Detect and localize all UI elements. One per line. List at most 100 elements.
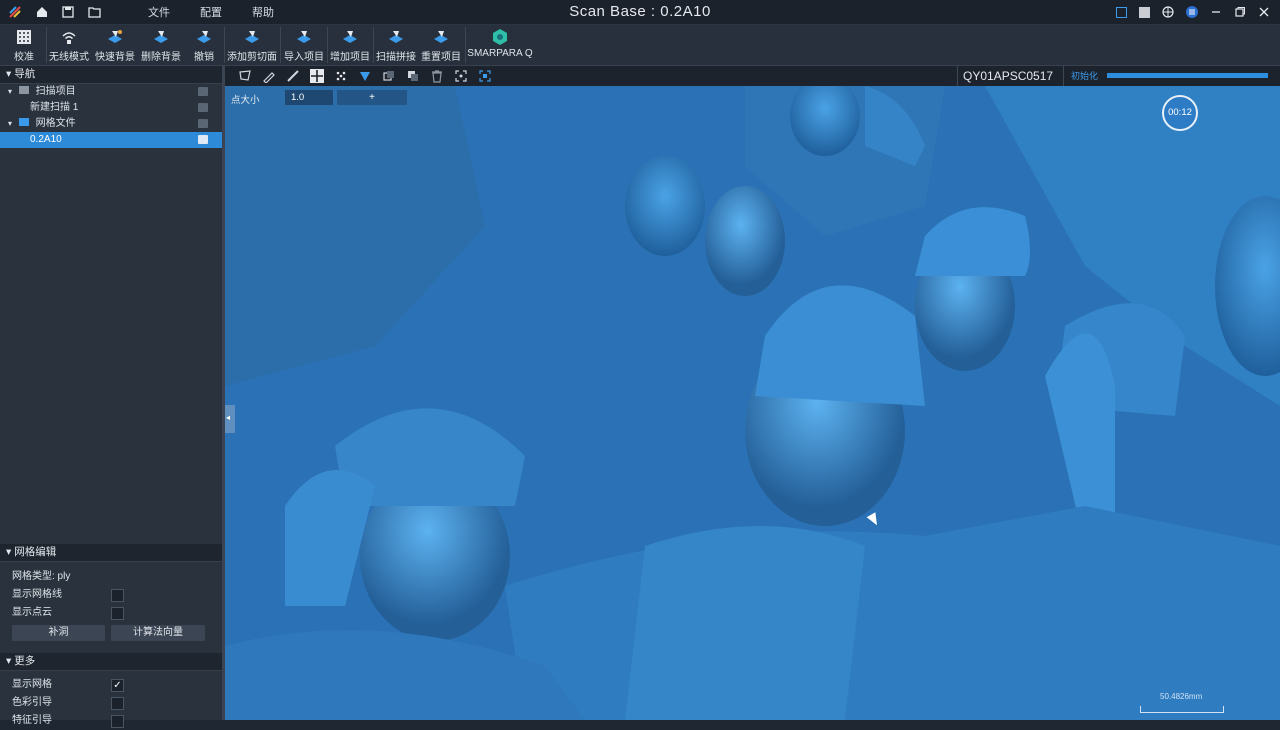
toolbar-label: 删除背景 [141,52,181,63]
show-wireframe-checkbox[interactable] [111,589,124,602]
title-bar: 文件 配置 帮助 Scan Base : 0.2A10 [0,0,1280,25]
show-mesh-row: 显示网格 ✓ [0,676,222,694]
save-icon[interactable] [62,6,74,18]
reset-project-icon [434,31,448,43]
show-wireframe-row: 显示网格线 [0,586,222,604]
show-points-row: 显示点云 [0,604,222,622]
init-status-label: 初始化 [1071,71,1099,81]
scan-stitch-button[interactable]: 扫描拼接 [375,25,417,65]
feature-guide-label: 特征引导 [12,715,52,726]
scale-bar [1140,706,1224,713]
3d-viewport[interactable]: 点大小 1.0 + 00:12 50.4826mm [225,86,1280,720]
toolbar-label: 添加剪切面 [227,52,277,63]
color-guide-label: 色彩引导 [12,697,52,708]
show-wireframe-label: 显示网格线 [12,589,62,600]
scale-label: 50.4826mm [1160,692,1203,701]
mesh-type-label: 网格类型: ply [12,571,71,582]
import-project-button[interactable]: 导入项目 [282,25,326,65]
init-progress-bar [1107,73,1268,78]
show-points-label: 显示点云 [12,607,52,618]
add-project-button[interactable]: 增加项目 [329,25,371,65]
delete-trash-icon[interactable] [430,69,444,83]
status-separator [957,66,958,86]
undo-button[interactable]: 撤销 [186,25,222,65]
scanned-mesh-model[interactable] [225,86,1280,720]
menu-list-icon[interactable] [1186,6,1198,18]
select-all-icon[interactable] [454,69,468,83]
delete-background-icon [154,31,168,43]
toolbar-separator [327,27,328,63]
device-id: QY01APSC0517 [963,69,1054,83]
tree-label: 0.2A10 [30,134,62,145]
blue-theme-icon[interactable] [1116,6,1127,18]
close-icon[interactable] [1258,6,1270,18]
toolbar-label: 导入项目 [284,52,324,63]
compute-normals-button[interactable]: 计算法向量 [111,625,205,641]
tree-item-scan-project[interactable]: ▾ 扫描项目 [0,84,222,100]
nav-header[interactable]: ▾ 导航 [0,66,222,84]
menu-file[interactable]: 文件 [148,4,170,20]
smarpara-hex-icon [493,29,507,45]
title-bar-left [8,0,101,24]
calibrate-button[interactable]: 校准 [4,25,44,65]
lasso-select-icon[interactable] [238,69,252,83]
toolbar-label: 撤销 [194,52,214,63]
show-mesh-checkbox[interactable]: ✓ [111,679,124,692]
point-select-icon[interactable] [334,69,348,83]
tree-visibility-button[interactable] [198,87,208,96]
point-size-increase-button[interactable]: + [337,90,407,105]
wireless-mode-button[interactable]: 无线模式 [48,25,90,65]
quick-background-button[interactable]: 快速背景 [94,25,136,65]
tree-item-mesh-file[interactable]: ▾ 网格文件 [0,116,222,132]
expand-arrow-icon: ▾ [8,87,13,96]
feature-guide-checkbox[interactable] [111,715,124,728]
minimize-icon[interactable] [1210,6,1222,18]
mesh-type-row: 网格类型: ply [0,568,222,586]
show-mesh-label: 显示网格 [12,679,52,690]
quick-background-icon [108,30,122,43]
gray-theme-icon[interactable] [1139,6,1150,18]
color-guide-checkbox[interactable] [111,697,124,710]
menu-bar: 文件 配置 帮助 [148,0,274,24]
calibration-grid-icon [17,30,31,44]
tree-item-new-scan[interactable]: 新建扫描 1 [0,100,222,116]
toolbar-separator [280,27,281,63]
move-tool-icon[interactable] [310,69,324,83]
tree-label: 网格文件 [35,118,76,129]
duplicate-icon[interactable] [406,69,420,83]
undo-icon [197,31,211,43]
tree-item-selected-file[interactable]: 0.2A10 [0,132,222,148]
collapse-panel-tab[interactable]: ◂ [225,405,235,433]
tree-visibility-button[interactable] [198,103,208,112]
copy-icon[interactable] [382,69,396,83]
more-header[interactable]: ▾ 更多 [0,653,222,671]
reset-project-button[interactable]: 重置项目 [420,25,462,65]
restore-icon[interactable] [1234,6,1246,18]
line-select-icon[interactable] [286,69,300,83]
collapse-arrow-icon: ◂ [226,413,231,422]
point-size-input[interactable]: 1.0 [285,90,333,105]
delete-background-button[interactable]: 删除背景 [140,25,182,65]
tree-visibility-button[interactable] [198,135,208,144]
toolbar-separator [373,27,374,63]
open-folder-icon[interactable] [88,6,101,18]
language-globe-icon[interactable] [1162,6,1174,18]
menu-help[interactable]: 帮助 [252,4,274,20]
scan-timer-badge: 00:12 [1162,95,1198,131]
home-icon[interactable] [36,6,48,18]
smarpara-q-button[interactable]: SMARPARA Q [467,25,533,65]
mesh-edit-header[interactable]: ▾ 网格编辑 [0,544,222,562]
fit-view-icon[interactable] [478,69,492,83]
tree-label: 新建扫描 1 [30,102,79,113]
add-project-icon [343,31,357,43]
brush-select-icon[interactable] [262,69,276,83]
view-tools-bar: QY01APSC0517 初始化 [225,66,1280,86]
mesh-view-icon[interactable] [358,69,372,83]
add-clipping-plane-button[interactable]: 添加剪切面 [226,25,278,65]
toolbar-label: SMARPARA Q [467,48,533,59]
menu-config[interactable]: 配置 [200,4,222,20]
more-header-label: 更多 [14,655,36,667]
show-points-checkbox[interactable] [111,607,124,620]
fill-holes-button[interactable]: 补洞 [12,625,105,641]
tree-visibility-button[interactable] [198,119,208,128]
